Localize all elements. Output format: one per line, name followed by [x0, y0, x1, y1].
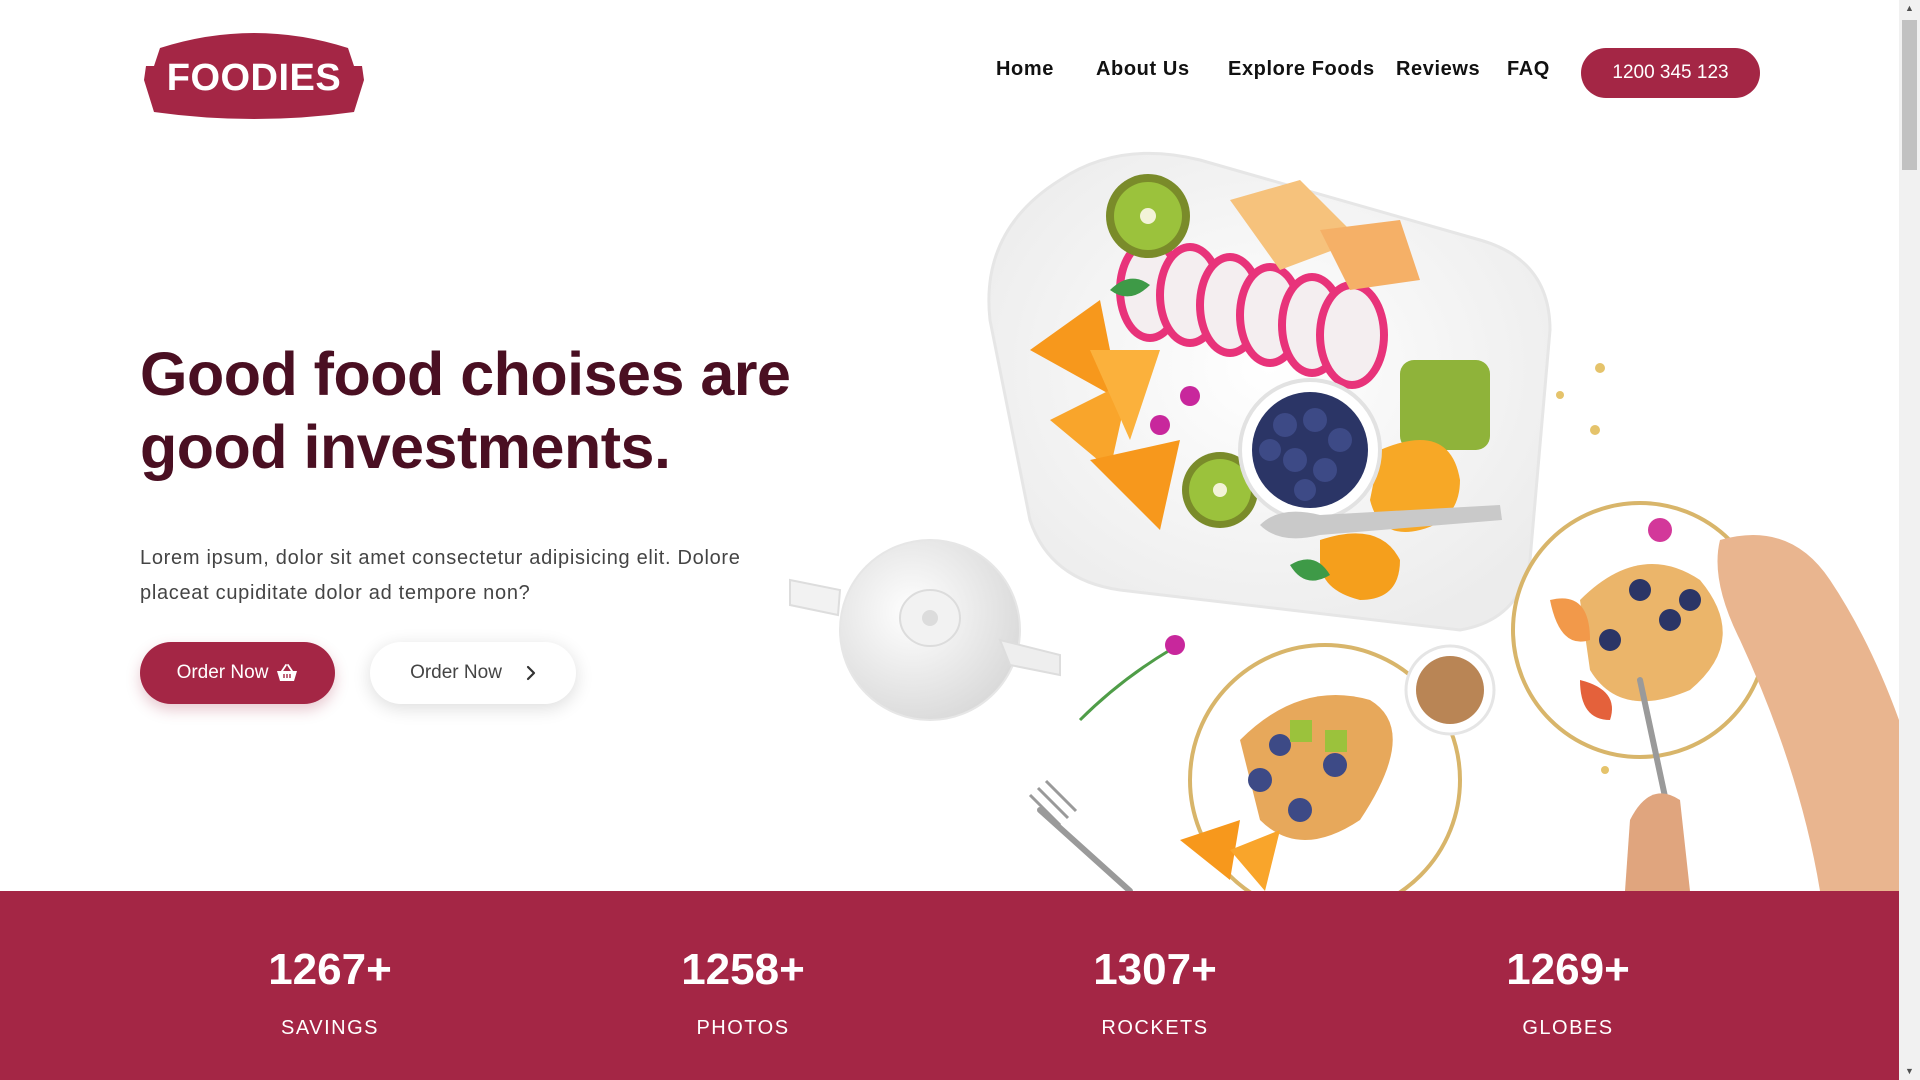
logo-text: FOODIES	[166, 57, 342, 99]
stat-label: GLOBES	[1522, 1017, 1614, 1039]
hero-headline-line-2: good investments.	[140, 413, 671, 481]
stat-value: 1307+	[1093, 945, 1217, 994]
scroll-down-arrow-icon[interactable]: ▼	[1899, 1063, 1920, 1080]
fruit-platter	[987, 151, 1552, 632]
hero-intro-line-2: placeat cupiditate dolor ad tempore non?	[140, 582, 531, 604]
order-now-button[interactable]: Order Now	[140, 642, 335, 704]
hero-intro: Lorem ipsum, dolor sit amet consectetur …	[140, 541, 800, 611]
landing-page: FOODIES Home About Us Explore Foods Revi…	[0, 0, 1899, 1080]
logo[interactable]: FOODIES	[140, 26, 368, 120]
order-now-secondary-button[interactable]: Order Now	[370, 642, 576, 704]
stat-label: PHOTOS	[696, 1017, 790, 1039]
stat-value: 1258+	[681, 945, 805, 994]
teapot	[789, 539, 1061, 721]
stat-label: ROCKETS	[1101, 1017, 1209, 1039]
blueberry-bowl	[1238, 378, 1382, 522]
stat-label: SAVINGS	[281, 1017, 379, 1039]
stat-value: 1267+	[268, 945, 392, 994]
nav-explore-foods[interactable]: Explore Foods	[1228, 58, 1375, 81]
hero-headline: Good food choises are good investments.	[140, 338, 840, 484]
order-now-secondary-label: Order Now	[410, 662, 502, 683]
order-now-label: Order Now	[176, 662, 269, 683]
hero-food-photo	[789, 151, 1899, 891]
stat-value: 1269+	[1506, 945, 1630, 994]
nav-reviews[interactable]: Reviews	[1396, 58, 1480, 81]
nav-home[interactable]: Home	[996, 58, 1054, 81]
basket-icon	[276, 664, 298, 682]
hero-intro-line-1: Lorem ipsum, dolor sit amet consectetur …	[140, 547, 741, 569]
coffee-cup	[1404, 644, 1496, 736]
stats-band: 1267+ SAVINGS 1258+ PHOTOS 1307+ ROCKETS…	[0, 891, 1899, 1080]
hero-headline-line-1: Good food choises are	[140, 340, 791, 408]
scroll-thumb[interactable]	[1902, 20, 1917, 170]
nav-about-us[interactable]: About Us	[1096, 58, 1190, 81]
phone-button[interactable]: 1200 345 123	[1581, 48, 1760, 98]
chevron-right-icon	[526, 665, 536, 681]
scroll-up-arrow-icon[interactable]: ▲	[1899, 0, 1920, 17]
vertical-scrollbar[interactable]: ▲ ▼	[1899, 0, 1920, 1080]
nav-faq[interactable]: FAQ	[1507, 58, 1550, 81]
